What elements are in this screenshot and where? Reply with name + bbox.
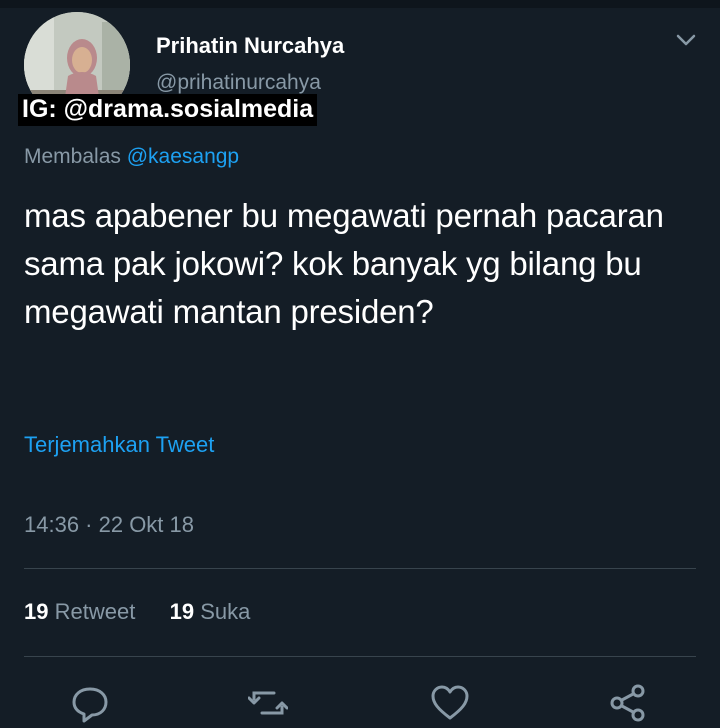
divider [24,656,696,657]
share-icon[interactable] [608,683,648,723]
reply-context: Membalas @kaesangp [24,145,239,169]
like-label: Suka [200,599,251,624]
author-name[interactable]: Prihatin Nurcahya [156,33,344,59]
translate-tweet-link[interactable]: Terjemahkan Tweet [24,432,214,458]
divider [24,568,696,569]
retweet-label: Retweet [54,599,136,624]
tweet-text: mas apabener bu megawati pernah pacaran … [24,197,664,330]
tweet-stats: 19 Retweet 19 Suka [24,599,250,625]
top-bar [0,0,720,8]
watermark-label: IG: @drama.sosialmedia [18,94,318,126]
like-stat[interactable]: 19 Suka [170,599,251,624]
reply-prefix: Membalas [24,145,121,168]
tweet-timestamp[interactable]: 14:36 · 22 Okt 18 [24,512,194,538]
like-count: 19 [169,599,195,624]
retweet-icon[interactable] [247,683,289,723]
retweet-stat[interactable]: 19 Retweet [24,599,141,624]
author-handle[interactable]: @prihatinurcahya [156,71,321,95]
chevron-down-icon[interactable] [674,30,698,50]
reply-icon[interactable] [70,683,110,723]
reply-mention-link[interactable]: @kaesangp [127,145,239,168]
heart-icon[interactable] [430,683,470,723]
retweet-count: 19 [24,599,49,624]
